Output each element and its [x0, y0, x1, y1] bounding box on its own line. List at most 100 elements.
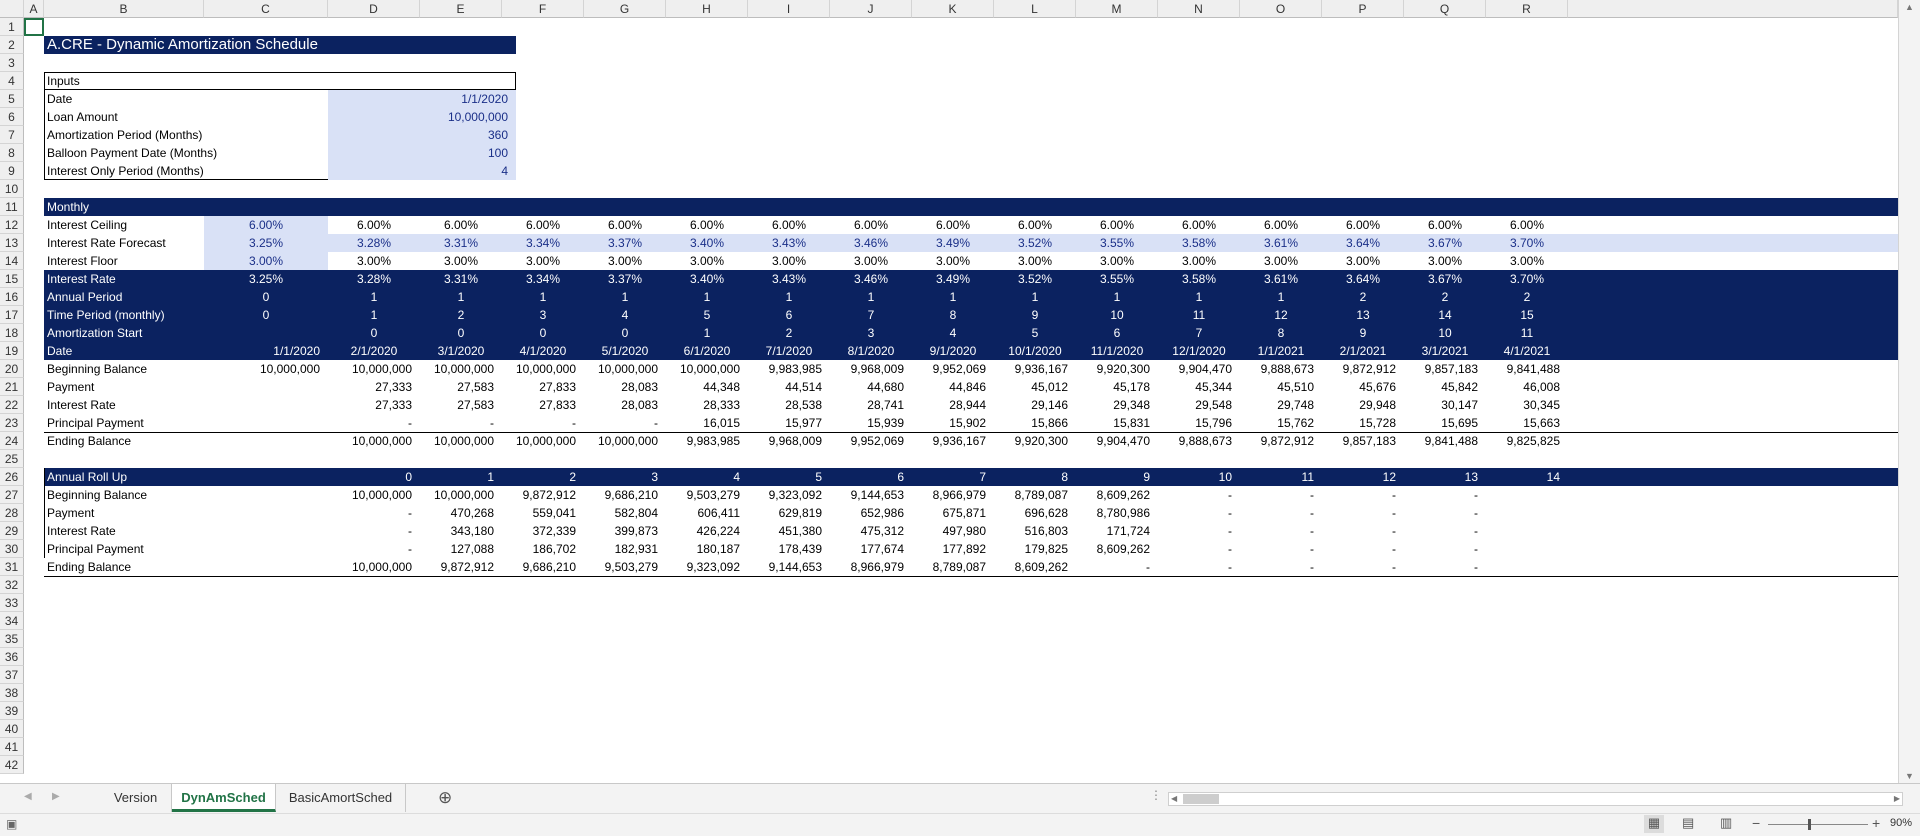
- row-header[interactable]: 39: [0, 702, 24, 720]
- select-all-corner[interactable]: [0, 0, 24, 18]
- monthly-cell[interactable]: 10,000,000: [502, 432, 584, 450]
- monthly-cell[interactable]: 3.00%: [1158, 252, 1240, 270]
- monthly-cell[interactable]: 15,695: [1404, 414, 1486, 432]
- annual-cell[interactable]: 9,872,912: [420, 558, 502, 576]
- monthly-cell[interactable]: 1: [420, 288, 502, 306]
- annual-cell[interactable]: 9,323,092: [666, 558, 748, 576]
- monthly-cell[interactable]: -: [328, 414, 420, 432]
- monthly-cell[interactable]: 28,944: [912, 396, 994, 414]
- row-header[interactable]: 6: [0, 108, 24, 126]
- monthly-cell[interactable]: 27,583: [420, 378, 502, 396]
- annual-cell[interactable]: 451,380: [748, 522, 830, 540]
- monthly-cell[interactable]: 3.00%: [502, 252, 584, 270]
- monthly-cell[interactable]: 8: [1240, 324, 1322, 342]
- sheet-tab-version[interactable]: Version: [100, 784, 172, 812]
- monthly-cell[interactable]: 46,008: [1486, 378, 1568, 396]
- monthly-cell[interactable]: 5: [994, 324, 1076, 342]
- row-header[interactable]: 21: [0, 378, 24, 396]
- spreadsheet-grid[interactable]: ABCDEFGHIJKLMNOPQR 1 2 3 4 5 6 7 8 9 10 11 12 13 14 15…: [0, 0, 1898, 783]
- monthly-cell[interactable]: 3.28%: [328, 234, 420, 252]
- monthly-cell[interactable]: 45,676: [1322, 378, 1404, 396]
- annual-cell[interactable]: 9,323,092: [748, 486, 830, 504]
- monthly-cell[interactable]: 6.00%: [328, 216, 420, 234]
- monthly-cell[interactable]: 44,680: [830, 378, 912, 396]
- monthly-cell[interactable]: 6: [748, 306, 830, 324]
- monthly-cell[interactable]: 1: [994, 288, 1076, 306]
- monthly-cell[interactable]: 1: [1158, 288, 1240, 306]
- monthly-cell[interactable]: 27,583: [420, 396, 502, 414]
- monthly-cell[interactable]: 3.52%: [994, 270, 1076, 288]
- annual-cell[interactable]: 177,674: [830, 540, 912, 558]
- monthly-cell[interactable]: 3.58%: [1158, 270, 1240, 288]
- monthly-cell[interactable]: 6.00%: [1322, 216, 1404, 234]
- column-header[interactable]: Q: [1404, 0, 1486, 18]
- monthly-cell[interactable]: 30,147: [1404, 396, 1486, 414]
- row-header[interactable]: 12: [0, 216, 24, 234]
- column-header[interactable]: I: [748, 0, 830, 18]
- macro-record-icon[interactable]: ▣: [6, 817, 17, 831]
- annual-cell[interactable]: 8,780,986: [1076, 504, 1158, 522]
- input-value[interactable]: 100: [328, 144, 516, 162]
- monthly-cell[interactable]: 12: [1240, 306, 1322, 324]
- row-header[interactable]: 26: [0, 468, 24, 486]
- monthly-cell[interactable]: 3.40%: [666, 270, 748, 288]
- monthly-cell[interactable]: 3.31%: [420, 234, 502, 252]
- annual-cell[interactable]: 9,686,210: [502, 558, 584, 576]
- monthly-cell[interactable]: 1: [502, 288, 584, 306]
- annual-cell[interactable]: 372,339: [502, 522, 584, 540]
- annual-cell[interactable]: 182,931: [584, 540, 666, 558]
- monthly-cell[interactable]: 6.00%: [502, 216, 584, 234]
- monthly-cell[interactable]: 7: [830, 306, 912, 324]
- monthly-cell[interactable]: 9,825,825: [1486, 432, 1568, 450]
- monthly-cell[interactable]: 0: [204, 306, 328, 324]
- annual-cell[interactable]: 696,628: [994, 504, 1076, 522]
- column-header[interactable]: A: [24, 0, 44, 18]
- zoom-out-icon[interactable]: −: [1752, 815, 1760, 831]
- monthly-cell[interactable]: 10,000,000: [584, 360, 666, 378]
- monthly-cell[interactable]: [204, 432, 328, 450]
- monthly-cell[interactable]: 2/1/2020: [328, 342, 420, 360]
- row-header[interactable]: 23: [0, 414, 24, 432]
- row-header[interactable]: 24: [0, 432, 24, 450]
- annual-cell[interactable]: 9,144,653: [748, 558, 830, 576]
- monthly-cell[interactable]: 1: [1240, 288, 1322, 306]
- annual-cell[interactable]: -: [1322, 558, 1404, 576]
- monthly-cell[interactable]: 1/1/2020: [204, 342, 328, 360]
- monthly-cell[interactable]: 9/1/2020: [912, 342, 994, 360]
- monthly-cell[interactable]: 9,952,069: [912, 360, 994, 378]
- row-header[interactable]: 22: [0, 396, 24, 414]
- monthly-cell[interactable]: 8/1/2020: [830, 342, 912, 360]
- monthly-cell[interactable]: 29,146: [994, 396, 1076, 414]
- monthly-cell[interactable]: 9,920,300: [1076, 360, 1158, 378]
- monthly-cell[interactable]: 29,348: [1076, 396, 1158, 414]
- monthly-cell[interactable]: 6.00%: [748, 216, 830, 234]
- zoom-slider-thumb[interactable]: [1808, 819, 1811, 830]
- row-header[interactable]: 8: [0, 144, 24, 162]
- monthly-cell[interactable]: 6.00%: [1076, 216, 1158, 234]
- sheet-tab-basicamortsched[interactable]: BasicAmortSched: [276, 784, 406, 812]
- monthly-cell[interactable]: 45,510: [1240, 378, 1322, 396]
- monthly-cell[interactable]: 3.61%: [1240, 270, 1322, 288]
- monthly-cell[interactable]: 0: [584, 324, 666, 342]
- monthly-cell[interactable]: 10,000,000: [328, 360, 420, 378]
- monthly-cell[interactable]: 4/1/2020: [502, 342, 584, 360]
- monthly-cell[interactable]: 9,857,183: [1404, 360, 1486, 378]
- row-header[interactable]: 32: [0, 576, 24, 594]
- annual-cell[interactable]: -: [1404, 522, 1486, 540]
- monthly-cell[interactable]: [204, 396, 328, 414]
- monthly-cell[interactable]: 1/1/2021: [1240, 342, 1322, 360]
- row-header[interactable]: 27: [0, 486, 24, 504]
- annual-cell[interactable]: 9,503,279: [666, 486, 748, 504]
- annual-cell[interactable]: 652,986: [830, 504, 912, 522]
- input-value[interactable]: 1/1/2020: [328, 90, 516, 108]
- annual-cell[interactable]: -: [1158, 504, 1240, 522]
- monthly-cell[interactable]: 15,728: [1322, 414, 1404, 432]
- monthly-cell[interactable]: 28,538: [748, 396, 830, 414]
- monthly-cell[interactable]: 12/1/2020: [1158, 342, 1240, 360]
- monthly-cell[interactable]: 3.43%: [748, 270, 830, 288]
- monthly-cell[interactable]: 27,833: [502, 396, 584, 414]
- annual-cell[interactable]: -: [1240, 522, 1322, 540]
- annual-cell[interactable]: 9,686,210: [584, 486, 666, 504]
- annual-cell[interactable]: 8,609,262: [1076, 486, 1158, 504]
- monthly-cell[interactable]: 6.00%: [1158, 216, 1240, 234]
